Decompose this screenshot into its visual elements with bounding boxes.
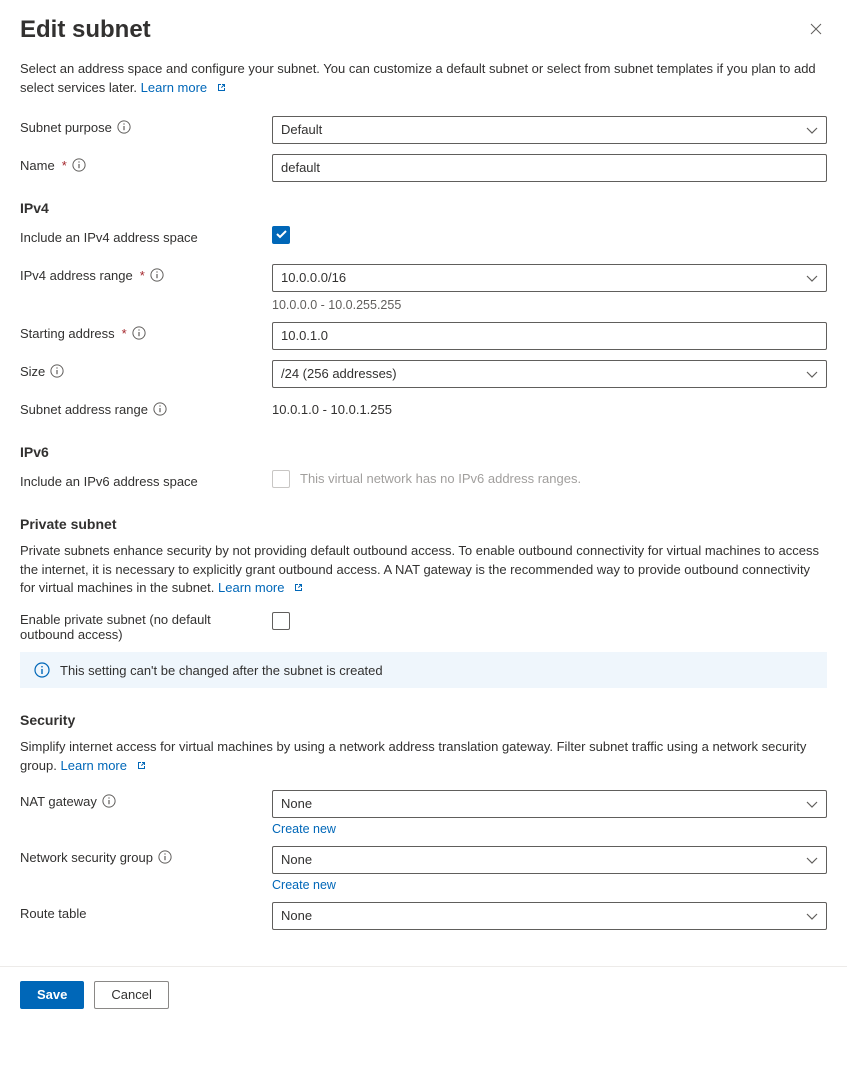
private-subnet-banner: This setting can't be changed after the … (20, 652, 827, 688)
nat-gateway-select[interactable]: None (272, 790, 827, 818)
ipv6-heading: IPv6 (20, 444, 827, 460)
info-icon[interactable] (132, 326, 146, 340)
nat-create-new-link[interactable]: Create new (272, 822, 827, 836)
include-ipv4-label: Include an IPv4 address space (20, 230, 198, 245)
chevron-down-icon (806, 911, 818, 921)
include-ipv4-checkbox[interactable] (272, 226, 290, 244)
route-table-label: Route table (20, 906, 87, 921)
subnet-range-label: Subnet address range (20, 402, 148, 417)
route-table-select[interactable]: None (272, 902, 827, 930)
ipv6-disabled-text: This virtual network has no IPv6 address… (300, 471, 581, 486)
size-select[interactable]: /24 (256 addresses) (272, 360, 827, 388)
ipv4-range-label: IPv4 address range (20, 268, 133, 283)
include-ipv6-checkbox (272, 470, 290, 488)
enable-private-label: Enable private subnet (no default outbou… (20, 612, 230, 642)
nsg-select[interactable]: None (272, 846, 827, 874)
learn-more-link[interactable]: Learn more (218, 580, 304, 595)
starting-address-label: Starting address (20, 326, 115, 341)
info-icon[interactable] (50, 364, 64, 378)
nat-gateway-label: NAT gateway (20, 794, 97, 809)
nsg-create-new-link[interactable]: Create new (272, 878, 827, 892)
chevron-down-icon (806, 799, 818, 809)
name-label: Name (20, 158, 55, 173)
close-button[interactable] (805, 18, 827, 40)
chevron-down-icon (806, 855, 818, 865)
info-icon[interactable] (153, 402, 167, 416)
info-icon[interactable] (158, 850, 172, 864)
private-subnet-description: Private subnets enhance security by not … (20, 542, 827, 599)
ipv4-range-select[interactable]: 10.0.0.0/16 (272, 264, 827, 292)
subnet-purpose-select[interactable]: Default (272, 116, 827, 144)
info-icon (34, 662, 50, 678)
info-icon[interactable] (102, 794, 116, 808)
ipv4-heading: IPv4 (20, 200, 827, 216)
close-icon (809, 22, 823, 36)
learn-more-link[interactable]: Learn more (61, 758, 147, 773)
check-icon (275, 228, 288, 241)
subnet-range-value: 10.0.1.0 - 10.0.1.255 (272, 402, 827, 417)
private-subnet-heading: Private subnet (20, 516, 827, 532)
info-icon[interactable] (72, 158, 86, 172)
external-link-icon (134, 758, 147, 771)
cancel-button[interactable]: Cancel (94, 981, 168, 1009)
chevron-down-icon (806, 369, 818, 379)
page-title: Edit subnet (20, 16, 151, 44)
starting-address-input[interactable]: 10.0.1.0 (272, 322, 827, 350)
subnet-purpose-label: Subnet purpose (20, 120, 112, 135)
ipv4-range-helper: 10.0.0.0 - 10.0.255.255 (272, 298, 827, 312)
info-icon[interactable] (150, 268, 164, 282)
chevron-down-icon (806, 273, 818, 283)
enable-private-checkbox[interactable] (272, 612, 290, 630)
security-heading: Security (20, 712, 827, 728)
save-button[interactable]: Save (20, 981, 84, 1009)
size-label: Size (20, 364, 45, 379)
chevron-down-icon (806, 125, 818, 135)
include-ipv6-label: Include an IPv6 address space (20, 474, 198, 489)
nsg-label: Network security group (20, 850, 153, 865)
name-input[interactable]: default (272, 154, 827, 182)
page-description: Select an address space and configure yo… (20, 60, 827, 98)
external-link-icon (214, 80, 227, 93)
learn-more-link[interactable]: Learn more (141, 80, 227, 95)
external-link-icon (291, 580, 304, 593)
info-icon[interactable] (117, 120, 131, 134)
security-description: Simplify internet access for virtual mac… (20, 738, 827, 776)
